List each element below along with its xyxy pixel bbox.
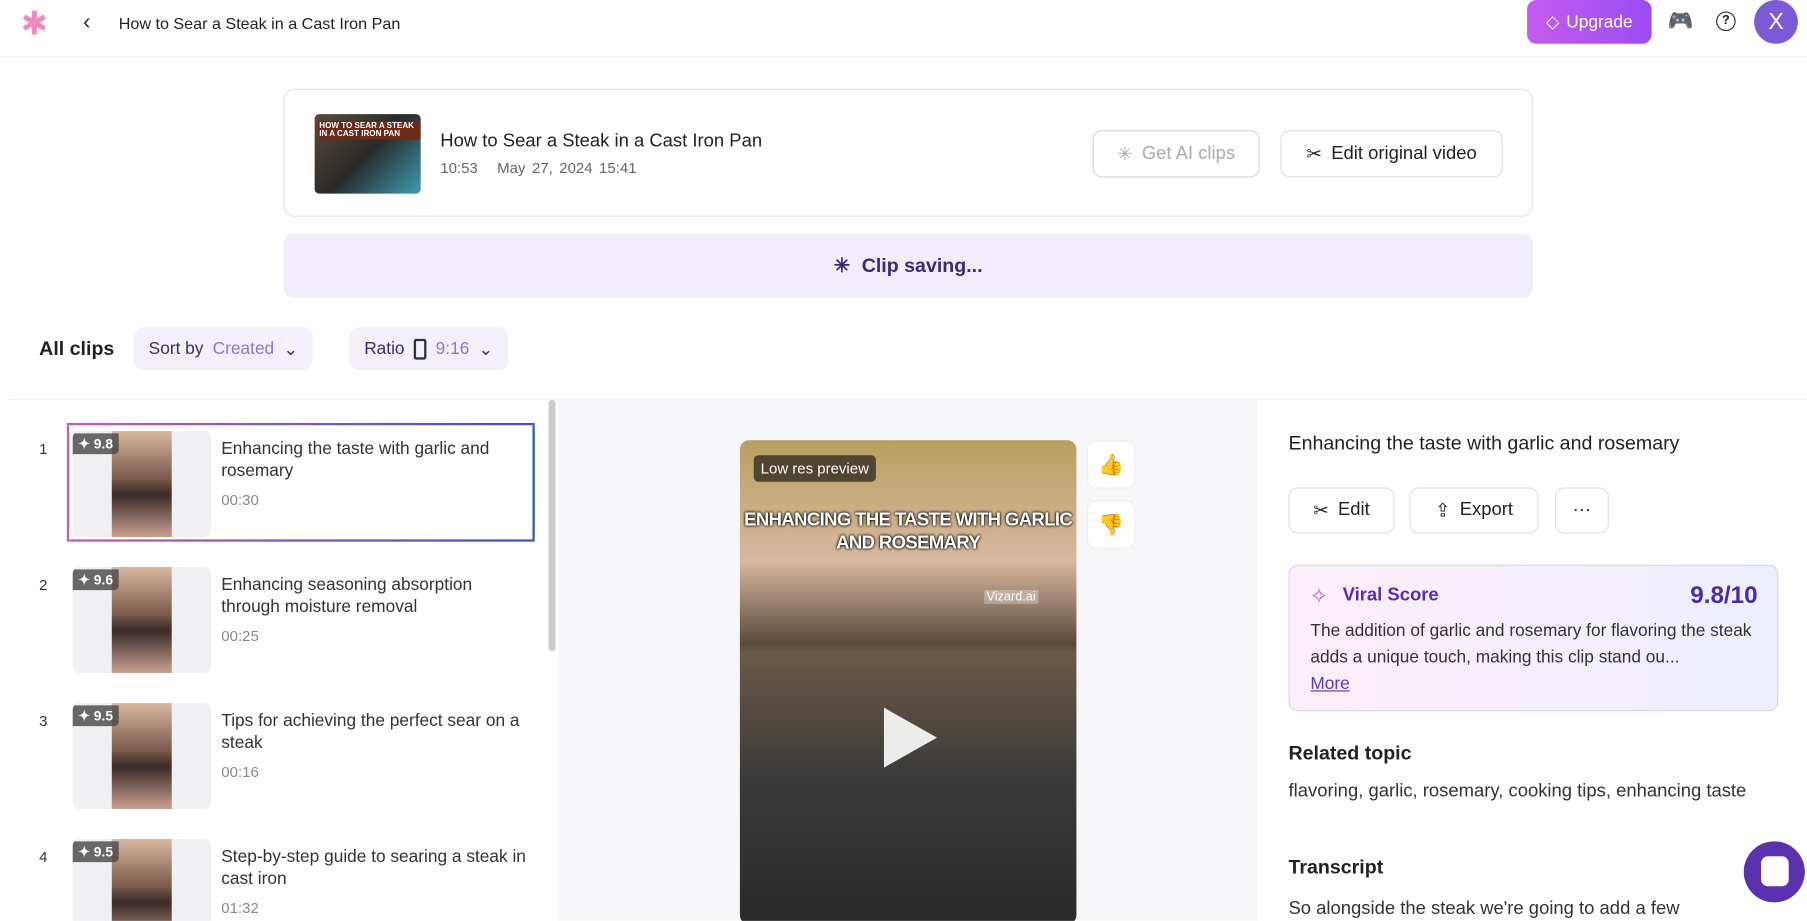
clip-number: 4	[39, 848, 48, 866]
thumbs-up-button[interactable]: 👍	[1086, 440, 1136, 489]
clip-saving-text: Clip saving...	[861, 254, 983, 277]
clip-saving-banner: ✳ Clip saving...	[283, 233, 1533, 298]
clip-thumbnail: ✦ 9.6	[72, 567, 211, 674]
upgrade-label: Upgrade	[1566, 12, 1633, 32]
clip-list-item[interactable]: 4 ✦ 9.5 Step-by-step guide to searing a …	[9, 839, 551, 921]
all-clips-heading: All clips	[39, 337, 115, 360]
app-logo-icon[interactable]: ✱	[21, 5, 48, 43]
clip-score: ✦ 9.5	[72, 841, 119, 863]
transcript-heading: Transcript	[1288, 856, 1384, 879]
top-bar: ✱ ‹ How to Sear a Steak in a Cast Iron P…	[0, 0, 1807, 58]
viral-score-label: Viral Score	[1342, 585, 1439, 606]
clip-duration: 01:32	[221, 898, 259, 917]
scissors-icon: ✂	[1313, 501, 1329, 521]
edit-label: Edit	[1337, 500, 1370, 520]
clip-duration: 00:25	[221, 626, 259, 645]
chat-icon	[1761, 856, 1789, 887]
export-label: Export	[1459, 500, 1514, 520]
back-chevron-icon[interactable]: ‹	[83, 9, 91, 36]
ratio-value: 9:16	[435, 338, 470, 359]
clip-title: Tips for achieving the perfect sear on a…	[221, 711, 520, 753]
clip-score: ✦ 9.6	[72, 569, 119, 591]
scissors-icon: ✂	[1306, 144, 1322, 165]
video-card: HOW TO SEAR A STEAK IN A CAST IRON PAN H…	[283, 88, 1533, 217]
video-duration: 10:53	[440, 159, 478, 177]
phone-icon	[413, 338, 427, 360]
thumbnail-text: HOW TO SEAR A STEAK IN A CAST IRON PAN	[318, 121, 421, 140]
clip-score: ✦ 9.5	[72, 705, 119, 727]
diamond-icon: ◇	[1546, 12, 1560, 33]
thumbs-down-button[interactable]: 👎	[1086, 500, 1136, 549]
clip-title: Step-by-step guide to searing a steak in…	[221, 847, 526, 889]
clip-title: Enhancing the taste with garlic and rose…	[221, 439, 490, 481]
video-meta: 10:53 May 27, 2024 15:41	[440, 159, 636, 176]
clip-list-scrollbar[interactable]	[548, 399, 556, 652]
low-res-badge: Low res preview	[753, 455, 876, 482]
get-ai-clips-button[interactable]: ✳ Get AI clips	[1092, 130, 1260, 178]
preview-panel: Low res preview ENHANCING THE TASTE WITH…	[557, 399, 1258, 921]
video-thumbnail[interactable]: HOW TO SEAR A STEAK IN A CAST IRON PAN	[314, 114, 421, 194]
ratio-dropdown[interactable]: Ratio 9:16 ⌄	[349, 327, 509, 370]
thumbs-up-icon: 👍	[1098, 452, 1124, 476]
clip-thumbnail: ✦ 9.5	[72, 703, 211, 810]
clip-detail-title: Enhancing the taste with garlic and rose…	[1288, 432, 1680, 455]
clip-number: 2	[39, 576, 48, 594]
edit-button[interactable]: ✂ Edit	[1288, 487, 1395, 534]
page-title: How to Sear a Steak in a Cast Iron Pan	[118, 13, 401, 33]
avatar[interactable]: X	[1754, 0, 1798, 44]
get-ai-clips-label: Get AI clips	[1141, 143, 1236, 164]
more-options-button[interactable]: ···	[1554, 487, 1609, 534]
chevron-down-icon: ⌄	[478, 339, 494, 360]
edit-original-video-button[interactable]: ✂ Edit original video	[1280, 130, 1503, 178]
clip-duration: 00:30	[221, 490, 259, 509]
chat-support-button[interactable]	[1743, 841, 1805, 903]
thumbs-down-icon: 👎	[1098, 512, 1124, 536]
clip-list-item[interactable]: 1 ✦ 9.8 Enhancing the taste with garlic …	[9, 422, 551, 558]
edit-original-label: Edit original video	[1331, 143, 1477, 164]
clip-list-item[interactable]: 3 ✦ 9.5 Tips for achieving the perfect s…	[9, 703, 551, 830]
clip-list-item[interactable]: 2 ✦ 9.6 Enhancing seasoning absorption t…	[9, 567, 551, 694]
watermark: Vizard.ai	[984, 590, 1038, 604]
chevron-down-icon: ⌄	[283, 339, 298, 360]
viral-score-value: 9.8/10	[1690, 582, 1758, 609]
clip-score: ✦ 9.8	[72, 433, 119, 455]
video-player[interactable]: Low res preview ENHANCING THE TASTE WITH…	[739, 440, 1077, 921]
clip-thumbnail: ✦ 9.8	[72, 431, 211, 538]
clip-thumbnail: ✦ 9.5	[72, 839, 211, 921]
discord-icon[interactable]: 🎮	[1668, 9, 1694, 33]
related-topic-text: flavoring, garlic, rosemary, cooking tip…	[1288, 781, 1747, 801]
video-title: How to Sear a Steak in a Cast Iron Pan	[440, 131, 763, 151]
clip-detail-panel: Enhancing the taste with garlic and rose…	[1257, 400, 1807, 921]
more-link[interactable]: More	[1310, 674, 1349, 694]
upgrade-button[interactable]: ◇ Upgrade	[1527, 0, 1652, 44]
video-date: May 27, 2024 15:41	[497, 159, 637, 177]
viral-score-description: The addition of garlic and rosemary for …	[1310, 621, 1752, 668]
clip-list: 1 ✦ 9.8 Enhancing the taste with garlic …	[9, 400, 558, 921]
clip-number: 3	[39, 712, 48, 730]
clip-number: 1	[39, 440, 48, 458]
clip-duration: 00:16	[221, 762, 259, 781]
video-caption: ENHANCING THE TASTE WITH GARLIC AND ROSE…	[744, 510, 1073, 554]
spinner-icon: ✳	[833, 254, 851, 277]
related-topic-heading: Related topic	[1288, 742, 1412, 765]
clip-title: Enhancing seasoning absorption through m…	[221, 575, 473, 617]
sort-dropdown[interactable]: Sort by Created ⌄	[133, 327, 313, 370]
help-icon[interactable]: ?	[1716, 11, 1736, 32]
spinner-icon: ✳	[1117, 144, 1133, 165]
sort-label: Sort by	[148, 338, 204, 359]
share-icon: ⇪	[1435, 501, 1451, 521]
more-icon: ···	[1572, 500, 1592, 520]
viral-score-card: ✧ Viral Score 9.8/10 The addition of gar…	[1288, 564, 1779, 712]
transcript-text: So alongside the steak we're going to ad…	[1288, 898, 1680, 919]
sort-value: Created	[212, 338, 275, 359]
export-button[interactable]: ⇪ Export	[1409, 487, 1539, 534]
ratio-label: Ratio	[364, 338, 405, 359]
sparkle-icon: ✧	[1309, 584, 1329, 610]
play-icon[interactable]	[883, 707, 937, 768]
